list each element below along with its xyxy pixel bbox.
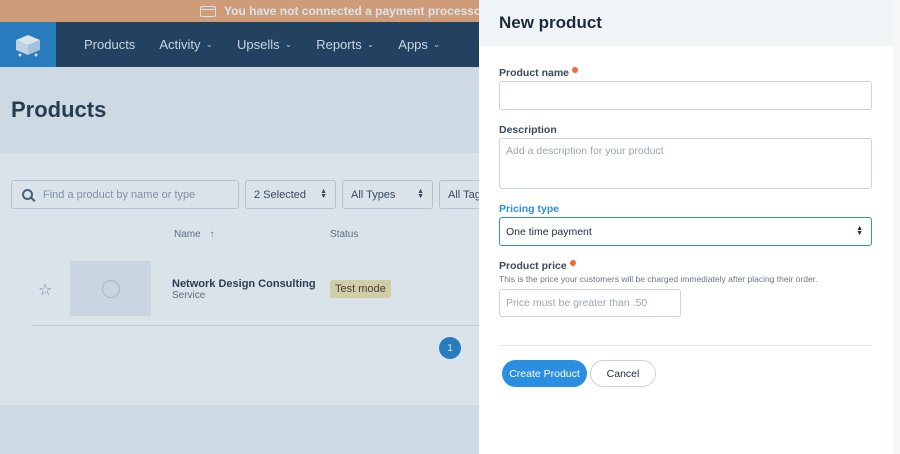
new-product-drawer: New product Product name Description Pri… <box>479 0 893 454</box>
drawer-edge <box>893 0 900 454</box>
product-price-input[interactable] <box>499 289 681 317</box>
select-arrows-icon: ▲ ▼ <box>856 225 863 237</box>
product-price-label-text: Product price <box>499 260 567 272</box>
product-name-input[interactable] <box>499 81 872 110</box>
required-indicator <box>572 67 579 73</box>
create-product-button[interactable]: Create Product <box>502 360 587 387</box>
product-name-label: Product name <box>499 67 579 79</box>
pricing-type-value: One time payment <box>506 225 592 238</box>
drawer-header: New product <box>479 0 893 46</box>
drawer-title: New product <box>499 13 602 32</box>
product-price-hint: This is the price your customers will be… <box>499 274 818 284</box>
pricing-type-label: Pricing type <box>499 203 560 215</box>
form-divider <box>499 345 872 346</box>
pricing-type-select[interactable]: One time payment ▲ ▼ <box>499 217 872 246</box>
product-name-label-text: Product name <box>499 67 570 79</box>
product-price-label: Product price <box>499 260 576 272</box>
required-indicator <box>569 260 576 266</box>
cancel-button[interactable]: Cancel <box>590 360 656 387</box>
description-label: Description <box>499 124 557 136</box>
description-textarea[interactable] <box>499 138 872 189</box>
